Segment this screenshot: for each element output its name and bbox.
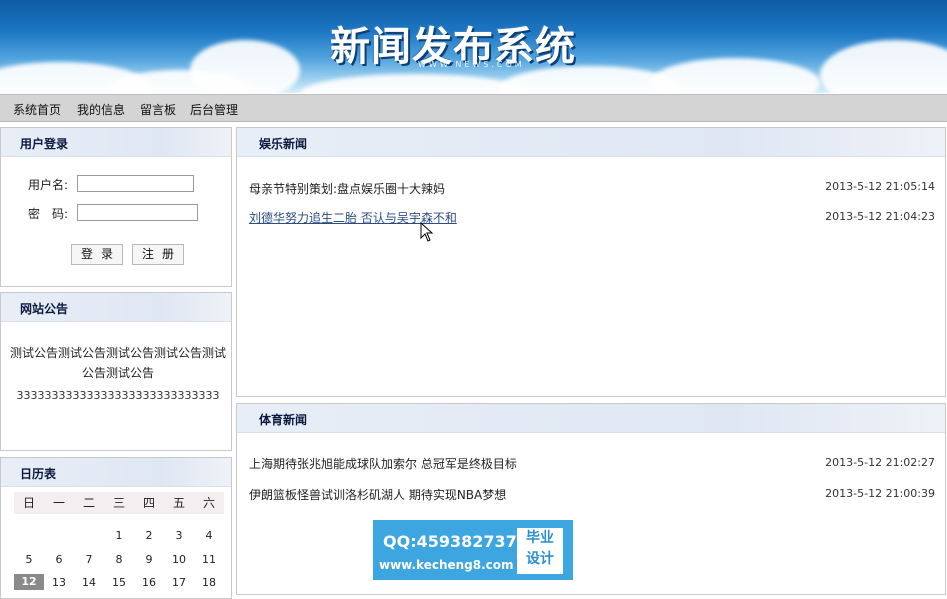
calendar-panel-header: 日历表 [1, 458, 231, 487]
entertainment-news-title: 娱乐新闻 [259, 137, 308, 151]
calendar-day[interactable]: 7 [74, 553, 104, 566]
login-panel-header: 用户登录 [1, 128, 231, 157]
calendar-day[interactable]: 14 [74, 576, 104, 589]
news-date: 2013-5-12 21:04:23 [825, 210, 935, 223]
entertainment-news-header: 娱乐新闻 [237, 128, 945, 157]
news-date: 2013-5-12 21:02:27 [825, 456, 935, 469]
watermark-badge: 毕业 设计 [517, 528, 563, 574]
cloud-decoration [300, 74, 530, 93]
calendar-day[interactable]: 6 [44, 553, 74, 566]
news-link[interactable]: 母亲节特别策划:盘点娱乐圈十大辣妈 [249, 180, 445, 197]
login-button[interactable]: 登录 [71, 244, 123, 265]
login-panel: 用户登录 用户名: 密 码: 登录 注册 [0, 127, 232, 287]
calendar-panel: 日历表 日 一 二 三 四 五 六 1 2 3 4 5 6 7 8 9 10 1… [0, 457, 232, 599]
calendar-day[interactable]: 2 [134, 529, 164, 542]
news-date: 2013-5-12 21:05:14 [825, 180, 935, 193]
site-subtitle: WWW.NEWS.COM [418, 60, 525, 69]
calendar-day[interactable]: 9 [134, 553, 164, 566]
calendar-day[interactable]: 13 [44, 576, 74, 589]
calendar-weekday: 六 [194, 492, 224, 514]
calendar-weekday: 五 [164, 492, 194, 514]
nav-item-admin[interactable]: 后台管理 [190, 101, 238, 118]
watermark-badge-line2: 设计 [526, 551, 554, 567]
calendar-weekday: 四 [134, 492, 164, 514]
notice-panel: 网站公告 测试公告测试公告测试公告测试公告测试公告测试公告 3333333333… [0, 292, 232, 451]
calendar-day[interactable]: 11 [194, 553, 224, 566]
watermark-badge-line1: 毕业 [526, 530, 554, 546]
username-input[interactable] [77, 175, 194, 192]
login-panel-title: 用户登录 [20, 137, 69, 151]
main-nav: 系统首页 我的信息 留言板 后台管理 [0, 94, 947, 122]
calendar-day[interactable]: 16 [134, 576, 164, 589]
sports-news-panel: 体育新闻 上海期待张兆旭能成球队加索尔 总冠军是终极目标 2013-5-12 2… [236, 403, 946, 595]
password-label: 密 码: [28, 207, 69, 221]
calendar-weekday: 日 [14, 492, 44, 514]
calendar-weekday: 二 [74, 492, 104, 514]
calendar-day[interactable]: 15 [104, 576, 134, 589]
calendar-day[interactable]: 18 [194, 576, 224, 589]
cloud-decoration [650, 58, 820, 93]
news-link[interactable]: 伊朗篮板怪兽试训洛杉矶湖人 期待实现NBA梦想 [249, 486, 506, 503]
calendar-weekday: 三 [104, 492, 134, 514]
calendar-day[interactable]: 8 [104, 553, 134, 566]
notice-panel-title: 网站公告 [20, 302, 69, 316]
calendar-day[interactable]: 10 [164, 553, 194, 566]
notice-text: 测试公告测试公告测试公告测试公告测试公告测试公告 [9, 346, 226, 380]
calendar-panel-title: 日历表 [20, 467, 57, 481]
nav-item-home[interactable]: 系统首页 [13, 101, 61, 118]
watermark-qq: QQ:459382737 [383, 532, 517, 551]
news-link[interactable]: 上海期待张兆旭能成球队加索尔 总冠军是终极目标 [249, 455, 517, 472]
mouse-cursor-icon [420, 222, 434, 242]
notice-panel-header: 网站公告 [1, 293, 231, 322]
username-label: 用户名: [28, 178, 69, 192]
sports-news-title: 体育新闻 [259, 413, 308, 427]
notice-number-line: 33333333333333333333333333333 [16, 389, 220, 402]
entertainment-news-panel: 娱乐新闻 母亲节特别策划:盘点娱乐圈十大辣妈 2013-5-12 21:05:1… [236, 127, 946, 397]
nav-item-my-info[interactable]: 我的信息 [77, 101, 125, 118]
cloud-decoration [190, 40, 300, 93]
calendar-day[interactable]: 17 [164, 576, 194, 589]
calendar-day[interactable]: 5 [14, 553, 44, 566]
calendar-day-today[interactable]: 12 [14, 574, 44, 590]
watermark-site: www.kecheng8.com [379, 558, 514, 572]
password-input[interactable] [77, 204, 198, 221]
calendar-day[interactable]: 3 [164, 529, 194, 542]
calendar-weekday: 一 [44, 492, 74, 514]
calendar-day[interactable]: 1 [104, 529, 134, 542]
header-banner: 新闻发布系统 WWW.NEWS.COM [0, 0, 947, 93]
cloud-decoration [820, 40, 947, 93]
watermark-banner: QQ:459382737 www.kecheng8.com 毕业 设计 [373, 520, 573, 580]
news-date: 2013-5-12 21:00:39 [825, 487, 935, 500]
sports-news-header: 体育新闻 [237, 404, 945, 433]
calendar-day[interactable]: 4 [194, 529, 224, 542]
register-button[interactable]: 注册 [132, 244, 184, 265]
nav-item-guestbook[interactable]: 留言板 [140, 101, 176, 118]
